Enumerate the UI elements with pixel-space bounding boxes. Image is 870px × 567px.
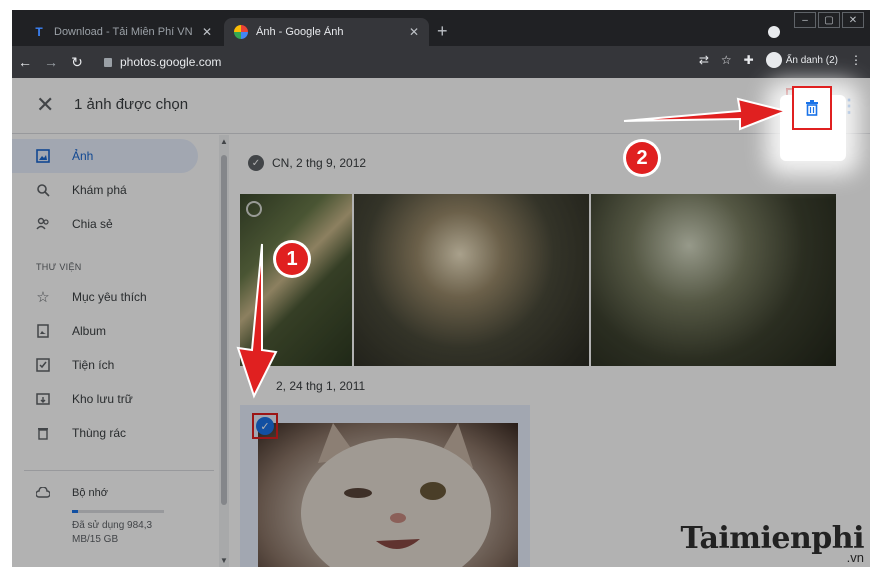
sidebar-item-archive[interactable]: Kho lưu trữ [12,382,198,416]
library-section-label: THƯ VIỆN [36,262,82,272]
tab-download[interactable]: T Download - Tải Miễn Phí VN - Ph ✕ [22,18,222,46]
sidebar-item-label: Khám phá [72,183,127,197]
new-tab-icon[interactable]: + [437,22,448,40]
reload-icon[interactable]: ↻ [64,54,90,71]
arrow-to-delete [623,97,790,131]
sidebar-item-label: Kho lưu trữ [72,392,133,406]
photo-thumbnail-cat[interactable] [258,423,518,567]
sidebar-item-label: Mục yêu thích [72,290,147,304]
arrow-to-checkbox [236,243,278,399]
google-photos-page: ✕ 1 ảnh được chọn ⋮ Ảnh Khám phá Chia sẻ… [12,78,870,567]
date-label: CN, 2 thg 9, 2012 [272,156,367,170]
step-2-badge: 2 [626,142,658,174]
scrollbar-thumb[interactable] [221,155,227,505]
storage-label: Bộ nhớ [72,487,108,499]
profile-label: Ẩn danh (2) [785,54,838,66]
sidebar-item-utilities[interactable]: Tiện ích [12,348,198,382]
date-label: 2, 24 thg 1, 2011 [276,379,366,393]
incognito-icon [765,52,782,68]
sidebar-item-photos[interactable]: Ảnh [12,139,198,173]
photo-thumbnail[interactable] [354,194,589,366]
photo-grid: ✓ CN, 2 thg 9, 2012 2, 24 thg 1, 2011 ✓ [236,135,870,567]
select-circle-icon[interactable] [246,201,262,217]
toolbar-actions: ⇄ ☆ ✚ Ẩn danh (2) ⋮ [699,52,862,68]
sidebar-item-label: Album [72,324,107,338]
search-icon [36,183,50,197]
photo-icon [36,149,50,163]
sidebar-item-label: Tiện ích [72,358,115,372]
tab-strip: T Download - Tải Miễn Phí VN - Ph ✕ Ảnh … [12,10,870,46]
minimize-icon[interactable]: – [794,12,816,28]
album-icon [36,324,50,338]
translate-icon[interactable]: ⇄ [699,53,709,67]
close-window-icon[interactable]: ✕ [842,12,864,28]
date-group-header[interactable]: 2, 24 thg 1, 2011 [276,379,365,393]
window-controls: – ▢ ✕ [794,12,864,28]
browser-toolbar: ← → ↻ photos.google.com ⇄ ☆ ✚ Ẩn danh (2… [12,46,870,78]
google-photos-icon [234,25,248,39]
storage-section[interactable]: Bộ nhớ Đã sử dụng 984,3 MB/15 GB [35,486,182,547]
sidebar-divider [24,470,214,471]
close-selection-icon[interactable]: ✕ [36,94,54,116]
back-icon[interactable]: ← [12,54,38,70]
watermark-logo: Taimienphi .vn [680,521,864,565]
storage-bar [72,510,164,513]
tab-google-photos[interactable]: Ảnh - Google Ảnh ✕ [224,18,429,46]
check-circle-icon[interactable]: ✓ [248,155,264,171]
people-icon [36,217,50,231]
sidebar-item-explore[interactable]: Khám phá [12,173,198,207]
tab-title: Download - Tải Miễn Phí VN - Ph [54,26,196,38]
close-tab-icon[interactable]: ✕ [202,25,212,39]
sidebar-item-trash[interactable]: Thùng rác [12,416,198,450]
utilities-icon [36,358,50,372]
cloud-icon [35,486,51,502]
highlighted-delete-button[interactable] [792,86,832,130]
lock-icon [104,57,112,67]
selection-title: 1 ảnh được chọn [74,96,189,113]
screenshot-frame: T Download - Tải Miễn Phí VN - Ph ✕ Ảnh … [0,0,870,567]
archive-icon [36,392,50,406]
scroll-down-icon[interactable]: ▼ [220,556,228,565]
address-bar[interactable]: photos.google.com [104,50,674,74]
address-text: photos.google.com [120,55,222,69]
sidebar-item-sharing[interactable]: Chia sẻ [12,207,198,241]
sidebar: Ảnh Khám phá Chia sẻ THƯ VIỆN ☆ Mục yêu … [12,135,217,567]
cat-illustration [301,423,491,567]
date-group-header[interactable]: ✓ CN, 2 thg 9, 2012 [248,155,366,171]
trash-icon [36,426,50,440]
maximize-icon[interactable]: ▢ [818,12,840,28]
star-icon: ☆ [36,289,50,306]
sidebar-item-label: Thùng rác [72,426,127,440]
scroll-up-icon[interactable]: ▲ [220,137,228,146]
extensions-icon[interactable]: ✚ [744,53,754,67]
browser-menu-icon[interactable]: ⋮ [850,53,862,67]
sidebar-item-label: Chia sẻ [72,217,113,231]
sidebar-scrollbar[interactable]: ▲ ▼ [219,135,229,567]
watermark-main: Taimienphi [680,521,864,556]
tab-search-icon[interactable] [768,26,780,38]
sidebar-item-favorites[interactable]: ☆ Mục yêu thích [12,280,198,314]
taimienphi-favicon-icon: T [35,25,43,39]
trash-icon [806,100,818,116]
forward-icon[interactable]: → [38,54,64,70]
bookmark-star-icon[interactable]: ☆ [721,53,732,67]
photo-thumbnail[interactable] [591,194,836,366]
incognito-profile[interactable]: Ẩn danh (2) [765,52,838,68]
selected-checkbox[interactable]: ✓ [252,413,278,439]
storage-used-text: Đã sử dụng 984,3 MB/15 GB [72,520,153,545]
check-icon: ✓ [256,417,274,435]
sidebar-item-album[interactable]: Album [12,314,198,348]
close-tab-icon[interactable]: ✕ [409,25,419,39]
tab-title: Ảnh - Google Ảnh [256,26,344,38]
storage-bar-fill [72,510,78,513]
step-1-badge: 1 [276,243,308,275]
sidebar-item-label: Ảnh [72,149,94,163]
